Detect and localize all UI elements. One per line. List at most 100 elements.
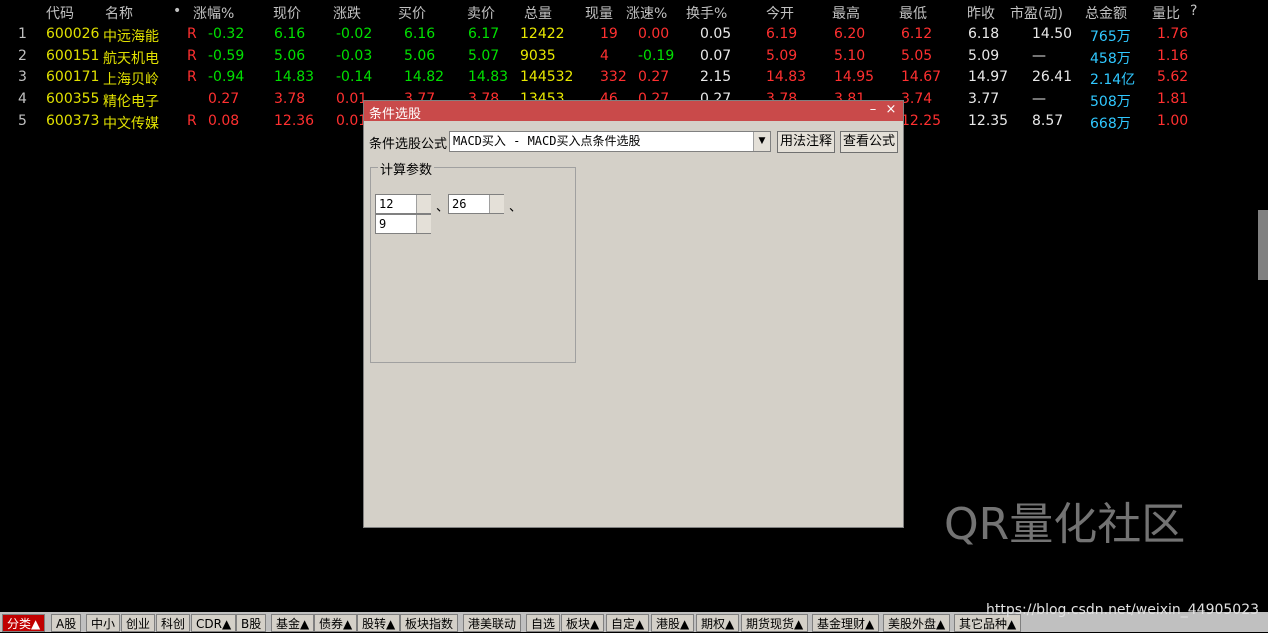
col-pct[interactable]: 涨幅% [193,3,234,23]
cell-ratio: 1.81 [1157,91,1189,108]
cell-amt: 2.14亿 [1090,72,1136,89]
cell-prev: 14.97 [968,69,1009,86]
col-vol[interactable]: 总量 [524,3,552,23]
cell-open: 14.83 [766,69,807,86]
usage-note-button[interactable]: 用法注释 [777,131,835,153]
col-pe[interactable]: 市盈(动) [1010,3,1063,23]
col-ratio[interactable]: 量比 [1152,3,1180,23]
minimize-icon[interactable]: – [865,102,881,118]
col-ask[interactable]: 卖价 [467,3,495,23]
cell-price: 14.83 [274,69,315,86]
dialog-titlebar[interactable]: 条件选股 – × [364,101,903,122]
tab-8[interactable]: 债券▲ [314,614,358,632]
table-row[interactable]: 1 600026 中远海能 R -0.32 6.16 -0.02 6.16 6.17 12422 1… [0,24,1268,46]
col-code[interactable]: 代码 [46,3,74,23]
cell-pe: 14.50 [1032,26,1073,42]
tab-7[interactable]: 基金▲ [271,614,315,632]
cell-cur: 19 [600,26,618,42]
tab-13[interactable]: 板块▲ [561,614,605,632]
cell-vol: 144532 [520,69,574,86]
cell-flag: R [187,69,197,86]
tab-11[interactable]: 港美联动 [463,614,522,632]
cell-code: 600355 [46,91,100,108]
tab-5[interactable]: CDR▲ [191,614,237,632]
cell-to: 0.05 [700,26,732,42]
tab-10[interactable]: 板块指数 [400,614,459,632]
cell-pct: -0.94 [208,69,245,86]
view-formula-button[interactable]: 查看公式 [840,131,898,153]
cell-name: 中文传媒 [103,115,159,132]
tab-16[interactable]: 期权▲ [696,614,740,632]
cell-name: 航天机电 [103,50,159,67]
cell-ask: 14.83 [468,69,509,86]
calc-params-label: 计算参数 [378,159,435,178]
tab-1[interactable]: A股 [51,614,82,632]
cell-high: 6.20 [834,26,866,42]
cell-i: 5 [18,112,27,129]
cell-flag: R [187,112,197,129]
table-row[interactable]: 3 600171 上海贝岭 R -0.94 14.83 -0.14 14.82 14.83 144… [0,67,1268,89]
param-1-spinner[interactable] [416,195,431,213]
cell-amt: 668万 [1090,115,1131,132]
cell-prev: 5.09 [968,47,1000,64]
col-speed[interactable]: 涨速% [626,3,667,23]
col-curvol[interactable]: 现量 [585,3,613,23]
cell-name: 上海贝岭 [103,72,159,89]
col-help[interactable]: ? [1190,3,1197,19]
cell-price: 12.36 [274,112,315,129]
col-name[interactable]: 名称 [105,3,133,23]
col-turnover[interactable]: 换手% [686,3,727,23]
tab-14[interactable]: 自定▲ [606,614,650,632]
tab-17[interactable]: 期货现货▲ [741,614,809,632]
col-prev[interactable]: 昨收 [967,3,995,23]
cell-open: 6.19 [766,26,798,42]
quote-table-header: 代码 名称 • 涨幅% 现价 涨跌 买价 卖价 总量 现量 涨速% 换手% 今开… [0,0,1268,22]
tab-0[interactable]: 分类▲ [2,614,46,632]
formula-value: MACD买入 - MACD买入点条件选股 [453,134,641,148]
tab-3[interactable]: 创业 [121,614,156,632]
param-2-spinner[interactable] [489,195,504,213]
cell-code: 600171 [46,69,100,86]
tab-6[interactable]: B股 [236,614,267,632]
cell-vol: 9035 [520,47,556,64]
col-amount[interactable]: 总金额 [1085,3,1127,23]
param-1-value: 12 [379,197,394,211]
cell-code: 600151 [46,47,100,64]
col-change[interactable]: 涨跌 [333,3,361,23]
tab-9[interactable]: 股转▲ [357,614,401,632]
scrollbar-handle[interactable] [1258,210,1268,280]
cell-chg: -0.02 [336,26,373,42]
close-icon[interactable]: × [883,102,899,118]
col-high[interactable]: 最高 [832,3,860,23]
col-open[interactable]: 今开 [766,3,794,23]
tab-12[interactable]: 自选 [526,614,561,632]
cell-pct: -0.59 [208,47,245,64]
table-row[interactable]: 2 600151 航天机电 R -0.59 5.06 -0.03 5.06 5.07 9035 4 -… [0,46,1268,68]
param-3-spinner[interactable] [416,215,431,233]
formula-dropdown-icon[interactable]: ▼ [753,132,770,151]
cell-low: 14.67 [901,69,942,86]
cell-ratio: 1.76 [1157,26,1189,42]
tab-2[interactable]: 中小 [86,614,121,632]
formula-select[interactable]: MACD买入 - MACD买入点条件选股 [449,131,771,152]
cell-chg: -0.14 [336,69,373,86]
tab-19[interactable]: 美股外盘▲ [883,614,951,632]
col-bid[interactable]: 买价 [398,3,426,23]
cell-pe: 8.57 [1032,112,1064,129]
cell-to: 0.07 [700,47,732,64]
col-dot: • [173,3,182,19]
param-2-value: 26 [452,197,467,211]
cell-i: 2 [18,47,27,64]
tab-4[interactable]: 科创 [156,614,191,632]
cell-high: 5.10 [834,47,866,64]
cell-name: 中远海能 [103,29,159,45]
cell-pe: — [1032,47,1046,64]
cell-flag: R [187,26,197,42]
cell-spd: -0.19 [638,47,675,64]
tab-18[interactable]: 基金理财▲ [812,614,880,632]
col-price[interactable]: 现价 [273,3,301,23]
cell-low: 5.05 [901,47,933,64]
col-low[interactable]: 最低 [899,3,927,23]
cell-ask: 6.17 [468,26,500,42]
tab-15[interactable]: 港股▲ [651,614,695,632]
